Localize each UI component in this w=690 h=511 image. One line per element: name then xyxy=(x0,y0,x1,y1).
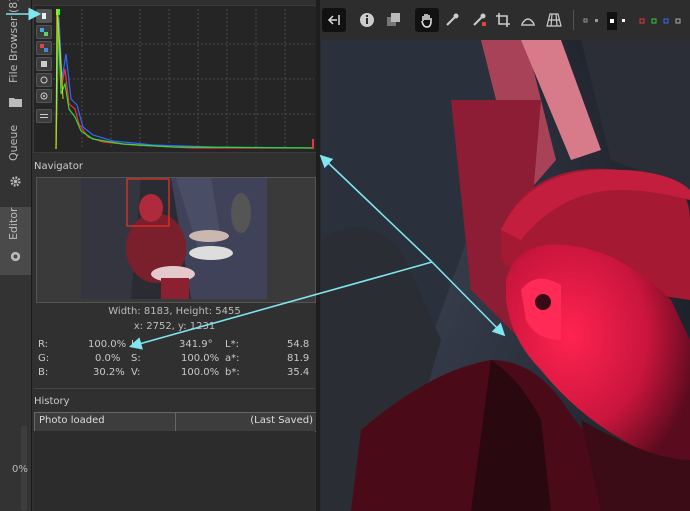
tab-file-browser[interactable]: File Browser (8) xyxy=(0,0,31,120)
history-list[interactable] xyxy=(34,431,315,511)
tab-editor-label: Editor xyxy=(7,207,20,240)
hide-panel-button[interactable] xyxy=(322,8,346,32)
histogram-luminance-button[interactable] xyxy=(36,57,52,71)
preview-mode-buttons[interactable] xyxy=(580,10,690,32)
history-action: Photo loaded xyxy=(39,415,105,426)
a-value: 81.9 xyxy=(287,353,310,364)
divider xyxy=(34,388,315,389)
perspective-button[interactable] xyxy=(542,8,566,32)
hand-tool-button[interactable] xyxy=(415,8,439,32)
photo-preview[interactable] xyxy=(321,40,690,511)
tab-queue-label: Queue xyxy=(7,124,20,161)
panel-separator[interactable] xyxy=(316,0,320,511)
bstar-value: 35.4 xyxy=(287,367,310,378)
l-value: 54.8 xyxy=(287,339,310,350)
b-label: B: xyxy=(38,367,49,378)
info-button[interactable] xyxy=(355,8,379,32)
histogram-raw-button[interactable] xyxy=(36,73,52,87)
r-label: R: xyxy=(38,339,49,350)
s-label: S: xyxy=(131,353,141,364)
gear-icon xyxy=(10,176,21,187)
r-value: 100.0% xyxy=(88,339,127,350)
history-state: (Last Saved) xyxy=(250,415,313,426)
histogram-linear-button[interactable] xyxy=(36,9,52,23)
history-row[interactable]: Photo loaded (Last Saved) xyxy=(34,412,317,432)
preview-mode-icons xyxy=(583,12,681,30)
g-label: G: xyxy=(38,353,50,364)
vertical-tab-strip: File Browser (8) Queue Editor xyxy=(0,0,32,511)
straighten-button[interactable] xyxy=(516,8,540,32)
tab-file-browser-label: File Browser (8) xyxy=(7,0,20,83)
s-value: 100.0% xyxy=(181,353,220,364)
cursor-coordinates: x: 2752, y: 1231 xyxy=(133,321,216,332)
histogram-rgb-button[interactable] xyxy=(36,25,52,39)
g-value: 0.0% xyxy=(95,353,121,364)
wb-picker-button[interactable] xyxy=(467,8,491,32)
histogram-bar-button[interactable] xyxy=(36,89,52,103)
tab-queue[interactable]: Queue xyxy=(0,120,31,205)
history-title: History xyxy=(34,396,70,407)
tab-editor[interactable]: Editor xyxy=(0,207,31,275)
h-value: 341.9° xyxy=(179,339,213,350)
v-label: V: xyxy=(131,367,141,378)
navigator-thumbnail[interactable] xyxy=(81,178,267,299)
l-label: L*: xyxy=(225,339,239,350)
v-value: 100.0% xyxy=(181,367,220,378)
b-value: 30.2% xyxy=(93,367,125,378)
before-after-button[interactable] xyxy=(381,8,405,32)
histogram-channel-button[interactable] xyxy=(36,41,52,55)
h-label: H: xyxy=(131,339,142,350)
hand-icon xyxy=(421,14,432,28)
histogram-plot xyxy=(53,9,314,149)
a-label: a*: xyxy=(225,353,240,364)
histogram-mode-button[interactable] xyxy=(36,109,52,123)
color-picker-button[interactable] xyxy=(440,8,464,32)
image-dimensions: Width: 8183, Height: 5455 xyxy=(108,306,241,317)
bstar-label: b*: xyxy=(225,367,240,378)
folder-icon xyxy=(9,98,22,107)
toolbar-divider xyxy=(573,10,574,30)
crop-button[interactable] xyxy=(491,8,515,32)
progress-label: 0% xyxy=(12,464,28,475)
editor-toolbar xyxy=(320,0,690,40)
navigator-title: Navigator xyxy=(34,161,83,172)
histogram-buttons xyxy=(36,9,52,144)
aperture-icon xyxy=(10,251,21,262)
